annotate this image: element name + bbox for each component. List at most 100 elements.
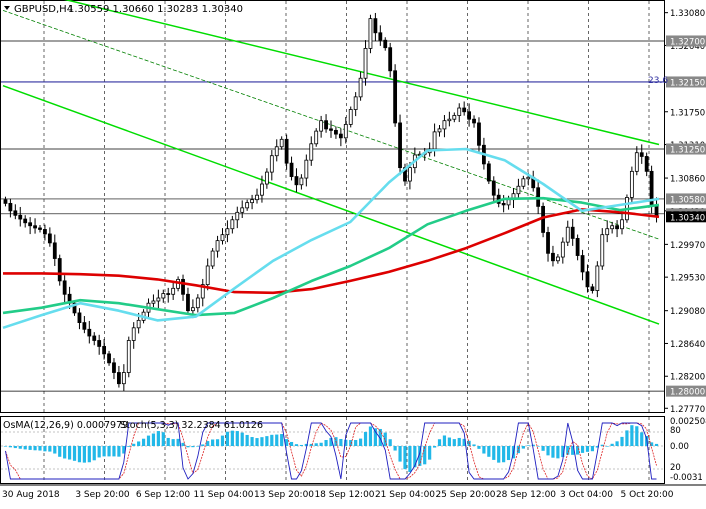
candle-body — [97, 340, 102, 347]
osma-histogram-bar — [225, 431, 230, 446]
candle-body — [329, 128, 333, 131]
osma-histogram-bar — [13, 446, 17, 449]
osma-histogram-bar — [156, 431, 160, 446]
candle-body — [644, 156, 649, 172]
symbol-label: GBPUSD,H4 — [14, 4, 73, 15]
osma-histogram-bar — [398, 446, 402, 462]
candle-body — [117, 372, 121, 385]
candle-body — [378, 32, 383, 41]
osma-histogram-bar — [324, 440, 328, 446]
candle-body — [107, 353, 111, 364]
oscillator-header: OsMA(12,26,9) 0.0007979 Stoch(5,3,3) 32.… — [3, 420, 263, 431]
candle-body — [551, 252, 555, 262]
candle-body — [452, 115, 457, 120]
osma-histogram-bar — [492, 446, 496, 460]
candle-body — [383, 39, 388, 49]
candle-body — [87, 328, 92, 337]
candle-body — [541, 205, 545, 233]
candle-body — [186, 293, 190, 312]
osma-histogram-bar — [447, 437, 451, 446]
osma-histogram-bar — [354, 440, 358, 446]
osc-tick-label: -0.0031 — [670, 473, 703, 483]
candle-body — [615, 225, 619, 230]
candle-body — [92, 335, 97, 341]
price-label-highlight: 1.28000 — [670, 388, 705, 398]
candle-body — [8, 202, 13, 212]
osma-histogram-bar — [38, 446, 42, 451]
candle-body — [195, 297, 200, 309]
osma-histogram-bar — [107, 446, 111, 457]
candle-body — [126, 340, 131, 373]
candle-body — [546, 232, 550, 254]
candle-body — [620, 219, 624, 230]
candle-body — [437, 128, 442, 133]
price-tick-label: 1.30860 — [670, 175, 705, 185]
trading-chart[interactable]: 1.330801.326401.321501.317501.313101.308… — [0, 0, 706, 505]
osma-histogram-bar — [3, 446, 8, 447]
candle-body — [18, 214, 23, 220]
candle-body — [486, 163, 491, 182]
candle-body — [348, 109, 353, 125]
osc-tick-label: 80 — [670, 426, 681, 436]
osma-label: OsMA(12,26,9) 0.0007979 — [3, 420, 128, 431]
candle-body — [363, 48, 368, 79]
candle-body — [555, 256, 560, 262]
osma-histogram-bar — [358, 438, 363, 446]
osma-histogram-bar — [112, 446, 116, 457]
candle-body — [205, 265, 210, 286]
candle-body — [314, 130, 319, 145]
osma-histogram-bar — [294, 444, 299, 446]
candle-body — [334, 129, 338, 135]
candle-body — [230, 219, 235, 230]
osma-histogram-bar — [240, 432, 244, 446]
osma-histogram-bar — [299, 444, 304, 446]
candle-body — [462, 107, 467, 113]
time-tick-label: 3 Sep 20:00 — [75, 490, 130, 500]
osma-histogram-bar — [625, 430, 629, 446]
candle-body — [595, 265, 600, 291]
osma-histogram-bar — [363, 431, 368, 446]
osma-histogram-bar — [186, 446, 190, 448]
candle-body — [457, 107, 462, 116]
osma-histogram-bar — [393, 446, 397, 451]
candle-body — [585, 271, 590, 288]
osma-histogram-bar — [502, 446, 506, 463]
moving-averages — [2, 147, 660, 330]
candle-body — [62, 280, 67, 295]
candle-body — [279, 138, 284, 148]
candle-body — [491, 180, 496, 196]
candle-body — [408, 167, 412, 182]
candle-body — [580, 255, 585, 273]
candle-body — [600, 234, 605, 267]
price-axis: 1.330801.326401.321501.317501.313101.308… — [664, 9, 706, 415]
price-tick-label: 1.27770 — [670, 405, 705, 415]
osma-histogram-bar — [280, 434, 284, 446]
osma-histogram-bar — [211, 439, 215, 446]
osma-histogram-bar — [72, 446, 77, 461]
osma-histogram-bar — [482, 446, 486, 454]
osma-histogram-bar — [265, 436, 269, 446]
osma-histogram-bar — [610, 443, 614, 446]
osma-histogram-bar — [640, 432, 644, 446]
candle-body — [432, 131, 437, 150]
candle-body — [605, 228, 610, 236]
time-tick-label: 13 Sep 20:00 — [254, 490, 314, 500]
osma-histogram-bar — [319, 442, 323, 446]
candle-body — [181, 278, 185, 295]
candle-body — [388, 47, 393, 72]
candle-body — [526, 176, 531, 180]
horizontal-levels — [1, 40, 664, 392]
chart-canvas[interactable]: 1.330801.326401.321501.317501.313101.308… — [0, 0, 706, 505]
candle-body — [319, 120, 324, 132]
osma-histogram-bar — [576, 446, 580, 455]
candle-body — [373, 18, 378, 34]
osma-histogram-bar — [388, 439, 392, 446]
osma-histogram-bar — [314, 443, 318, 446]
candle-body — [477, 122, 481, 146]
candle-body — [121, 372, 126, 385]
candle-body — [43, 229, 47, 235]
candle-body — [294, 176, 299, 186]
candle-body — [250, 199, 254, 204]
osma-histogram-bar — [127, 446, 131, 447]
candle-body — [215, 240, 220, 252]
